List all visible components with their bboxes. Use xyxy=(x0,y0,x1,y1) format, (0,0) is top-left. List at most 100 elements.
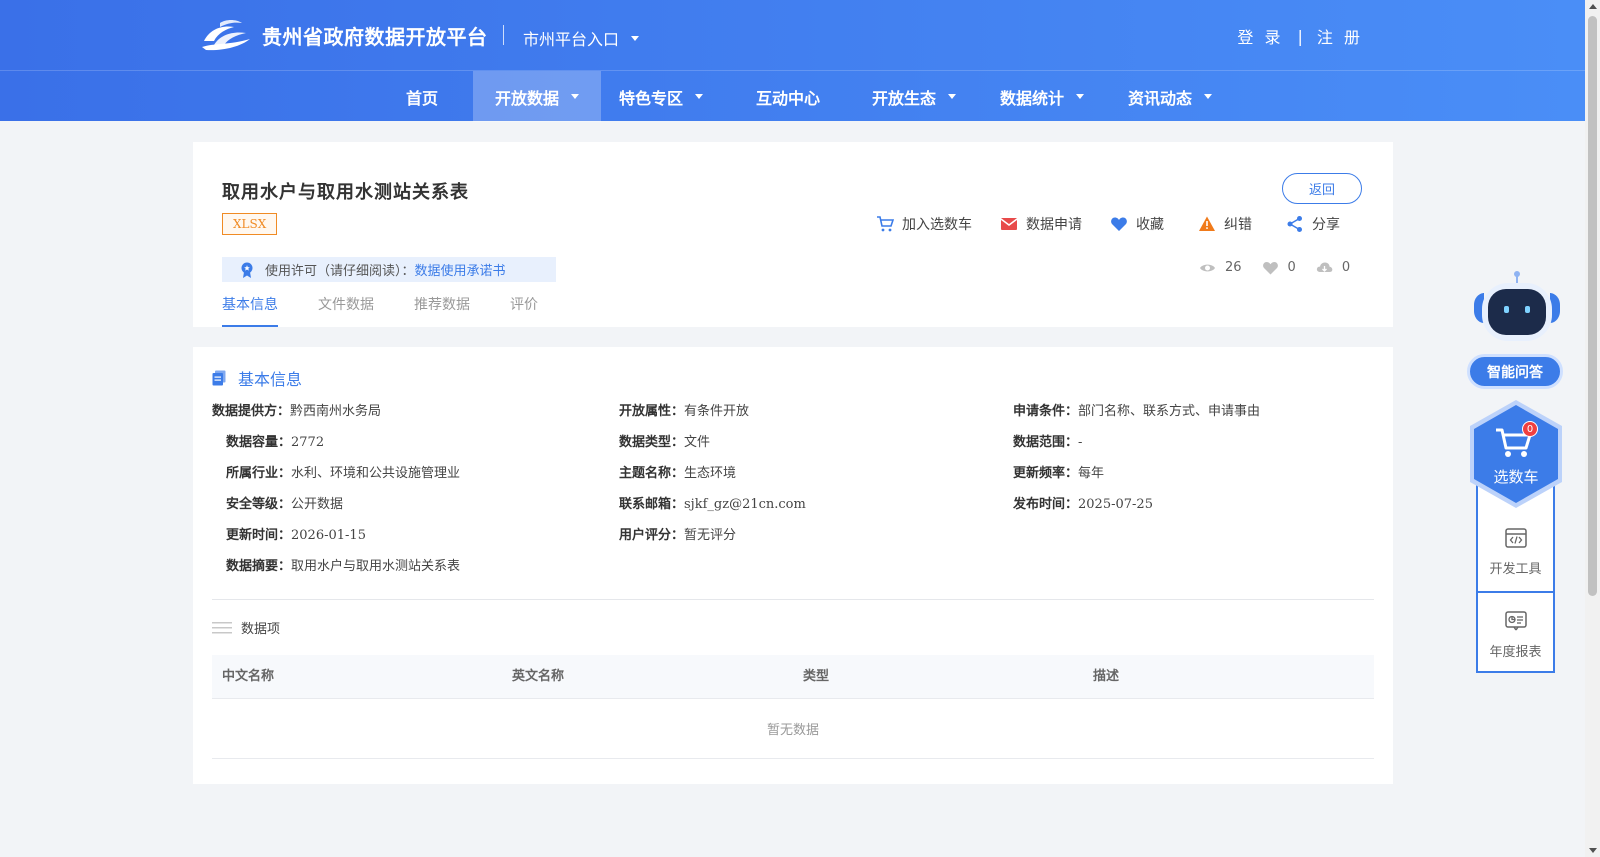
robot-assistant-icon[interactable] xyxy=(1470,271,1564,346)
info-value: 黔西南州水务局 xyxy=(290,404,382,419)
data-cart-button[interactable] xyxy=(1466,397,1566,511)
info-label: 数据范围： xyxy=(1013,435,1079,450)
chevron-down-icon xyxy=(631,35,640,41)
nav-item-label: 数据统计 xyxy=(999,88,1064,108)
tab-basic-info[interactable]: 基本信息 xyxy=(222,292,278,327)
view-count: 26 xyxy=(1199,260,1242,275)
info-open-attribute: 开放属性：有条件开放 xyxy=(619,400,749,419)
main-nav: 首页 开放数据 特色专区 互动中心 开放生态 数据统计 资讯动态 xyxy=(0,70,1585,122)
title-divider xyxy=(503,25,504,45)
list-icon xyxy=(212,621,232,633)
back-button[interactable]: 返回 xyxy=(1282,173,1362,204)
info-publish-time: 发布时间：2025-07-25 xyxy=(1013,493,1153,512)
nav-item-open-data[interactable]: 开放数据 xyxy=(473,71,601,122)
nav-item-special-zone[interactable]: 特色专区 xyxy=(605,71,717,122)
smart-qa-button[interactable]: 智能问答 xyxy=(1467,354,1563,389)
info-value: 生态环境 xyxy=(684,466,737,481)
warning-icon xyxy=(1199,216,1215,231)
scroll-down-icon[interactable] xyxy=(1589,848,1597,853)
info-label: 数据容量： xyxy=(226,435,292,450)
annual-report-button[interactable]: 年度报表 xyxy=(1478,593,1553,675)
info-label: 数据摘要： xyxy=(226,559,292,574)
register-link[interactable]: 注 册 xyxy=(1317,24,1363,48)
nav-item-home[interactable]: 首页 xyxy=(383,71,461,122)
info-label: 数据类型： xyxy=(619,435,685,450)
info-user-rating: 用户评分：暂无评分 xyxy=(619,524,736,543)
scroll-thumb[interactable] xyxy=(1588,16,1597,596)
report-error-button[interactable]: 纠错 xyxy=(1198,214,1252,234)
info-value: 每年 xyxy=(1078,466,1105,481)
detail-tabs: 基本信息 文件数据 推荐数据 评价 xyxy=(222,292,578,327)
chevron-down-icon xyxy=(1076,94,1084,99)
heart-icon xyxy=(1111,217,1127,231)
nav-item-label: 首页 xyxy=(405,88,438,108)
favorite-button[interactable]: 收藏 xyxy=(1110,214,1164,234)
chevron-down-icon xyxy=(571,94,579,99)
city-entry-label: 市州平台入口 xyxy=(523,30,620,49)
chevron-down-icon xyxy=(948,94,956,99)
favorite-label: 收藏 xyxy=(1136,217,1164,233)
tab-rating[interactable]: 评价 xyxy=(510,292,538,327)
page-scrollbar[interactable] xyxy=(1585,0,1600,857)
tab-file-data[interactable]: 文件数据 xyxy=(318,292,374,327)
auth-links: 登 录 | 注 册 xyxy=(1237,24,1363,48)
column-type: 类型 xyxy=(803,669,830,684)
login-link[interactable]: 登 录 xyxy=(1237,24,1283,48)
info-label: 安全等级： xyxy=(226,497,292,512)
download-count: 0 xyxy=(1316,260,1350,275)
report-error-label: 纠错 xyxy=(1224,217,1252,233)
add-to-cart-label: 加入选数车 xyxy=(902,217,972,233)
info-value: 水利、环境和公共设施管理业 xyxy=(291,466,461,481)
like-count: 0 xyxy=(1262,260,1296,275)
cart-icon xyxy=(877,216,894,232)
nav-item-label: 互动中心 xyxy=(755,88,820,108)
info-label: 发布时间： xyxy=(1013,497,1079,512)
info-topic: 主题名称：生态环境 xyxy=(619,462,736,481)
license-agreement-link[interactable]: 数据使用承诺书 xyxy=(415,260,506,279)
site-title[interactable]: 贵州省政府数据开放平台 xyxy=(262,21,488,50)
annual-report-label: 年度报表 xyxy=(1489,644,1542,660)
dataset-title: 取用水户与取用水测站关系表 xyxy=(222,182,469,203)
column-description: 描述 xyxy=(1093,669,1120,684)
nav-item-data-statistics[interactable]: 数据统计 xyxy=(986,71,1098,122)
data-items-heading: 数据项 xyxy=(212,618,280,637)
info-value: 2772 xyxy=(291,435,325,450)
mail-icon xyxy=(1000,218,1018,230)
nav-item-news[interactable]: 资讯动态 xyxy=(1114,71,1226,122)
dataset-header-card: 取用水户与取用水测站关系表 XLSX 返回 加入选数车 数据申请 收藏 纠错 分… xyxy=(193,142,1393,327)
nav-item-interaction-center[interactable]: 互动中心 xyxy=(740,71,836,122)
nav-item-label: 开放数据 xyxy=(494,88,559,108)
cloud-download-icon xyxy=(1316,262,1333,272)
info-capacity: 数据容量：2772 xyxy=(226,431,324,450)
add-to-cart-button[interactable]: 加入选数车 xyxy=(876,214,972,234)
info-label: 数据提供方： xyxy=(212,404,291,419)
scroll-up-icon[interactable] xyxy=(1589,4,1597,9)
share-button[interactable]: 分享 xyxy=(1286,214,1340,234)
info-apply-conditions: 申请条件：部门名称、联系方式、申请事由 xyxy=(1013,400,1260,419)
city-platform-entry-dropdown[interactable]: 市州平台入口 xyxy=(523,26,640,50)
info-label: 联系邮箱： xyxy=(619,497,685,512)
dataset-stats: 26 0 0 xyxy=(1199,260,1370,275)
basic-info-heading: 基本信息 xyxy=(212,366,302,390)
dev-tools-button[interactable]: 开发工具 xyxy=(1478,510,1553,592)
info-label: 更新频率： xyxy=(1013,466,1079,481)
info-value: 有条件开放 xyxy=(684,404,750,419)
info-label: 主题名称： xyxy=(619,466,685,481)
heart-icon xyxy=(1262,261,1278,274)
info-summary: 数据摘要：取用水户与取用水测站关系表 xyxy=(226,555,460,574)
info-data-scope: 数据范围：- xyxy=(1013,431,1082,450)
data-items-table-header: 中文名称 英文名称 类型 描述 xyxy=(212,655,1374,699)
nav-item-open-ecosystem[interactable]: 开放生态 xyxy=(858,71,970,122)
data-apply-button[interactable]: 数据申请 xyxy=(1000,214,1082,234)
info-label: 申请条件： xyxy=(1013,404,1079,419)
platform-logo-icon[interactable] xyxy=(200,17,252,53)
info-update-time: 更新时间：2026-01-15 xyxy=(226,524,366,543)
tab-recommended-data[interactable]: 推荐数据 xyxy=(414,292,470,327)
format-badge: XLSX xyxy=(222,213,278,235)
column-chinese-name: 中文名称 xyxy=(222,669,275,684)
info-contact-email: 联系邮箱：sjkf_gz@21cn.com xyxy=(619,493,806,512)
nav-item-label: 资讯动态 xyxy=(1127,88,1192,108)
info-value: 2025-07-25 xyxy=(1078,497,1153,512)
info-provider: 数据提供方：黔西南州水务局 xyxy=(212,400,381,419)
data-items-title: 数据项 xyxy=(241,622,281,637)
